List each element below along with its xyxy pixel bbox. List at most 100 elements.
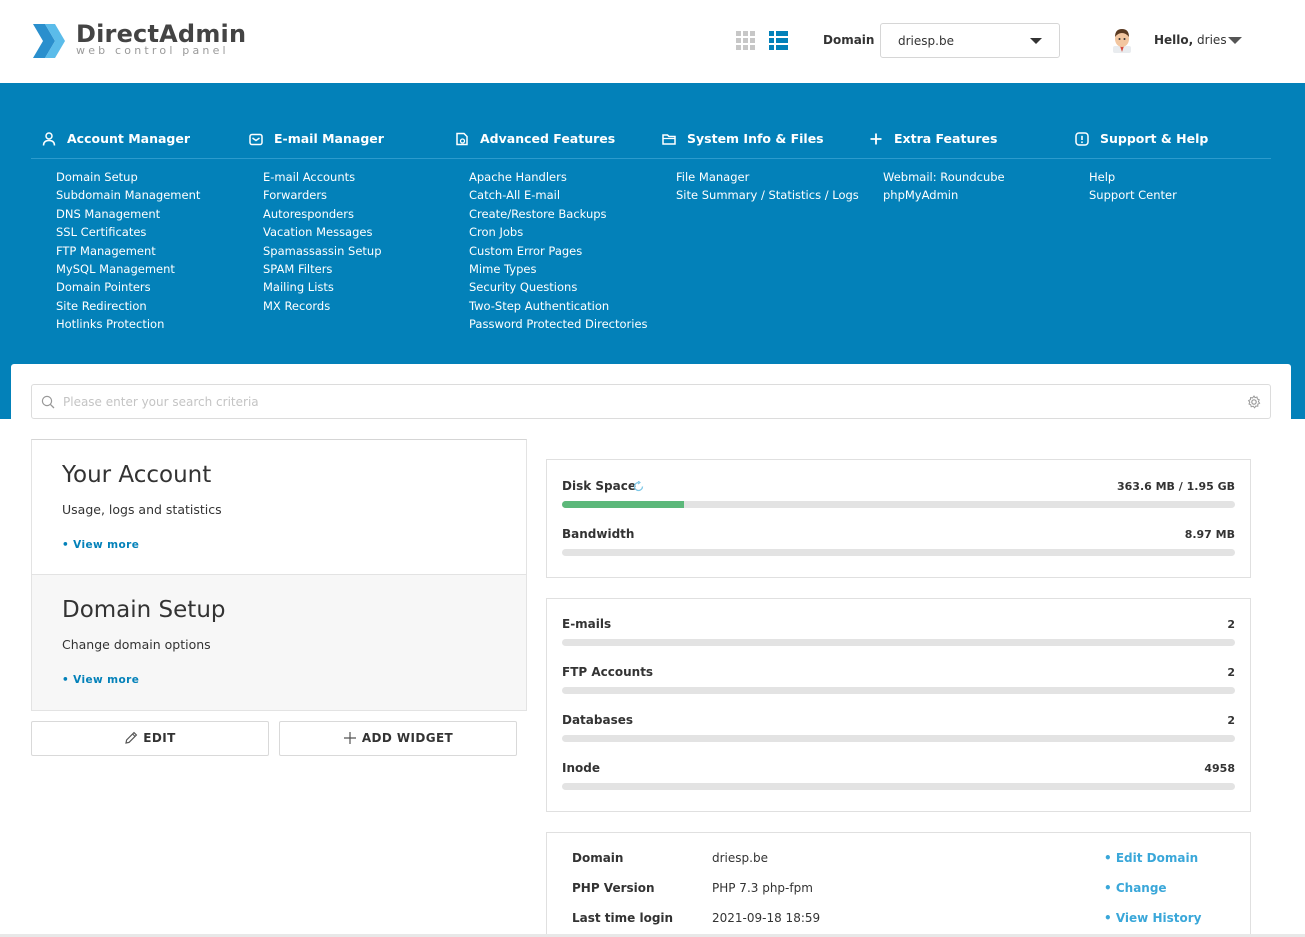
menu-item-backups[interactable]: Create/Restore Backups [469, 207, 648, 226]
menu-item-site-summary[interactable]: Site Summary / Statistics / Logs [676, 189, 859, 207]
menu-item-two-step-auth[interactable]: Two-Step Authentication [469, 299, 648, 318]
edit-domain-link[interactable]: • Edit Domain [1104, 851, 1198, 865]
stat-label: E-mails [562, 617, 612, 631]
search-input[interactable] [63, 386, 1233, 417]
menu-column-email-manager: E-mail Accounts Forwarders Autoresponder… [263, 170, 382, 318]
add-widget-button[interactable]: ADD WIDGET [279, 721, 517, 756]
list-view-icon[interactable] [769, 31, 789, 51]
progress-bar [562, 687, 1235, 694]
menu-item-mysql-management[interactable]: MySQL Management [56, 262, 200, 281]
menu-item-hotlinks-protection[interactable]: Hotlinks Protection [56, 317, 200, 336]
stat-disk-space: Disk Space 363.6 MB / 1.95 GB [562, 479, 1235, 509]
stat-label: Inode [562, 761, 600, 775]
menu-item-mx-records[interactable]: MX Records [263, 299, 382, 318]
menu-heading-label: Support & Help [1100, 131, 1209, 146]
plus-icon [870, 133, 882, 145]
gear-icon[interactable] [1247, 395, 1261, 409]
menu-heading-label: Account Manager [67, 131, 191, 146]
menu-item-site-redirection[interactable]: Site Redirection [56, 299, 200, 318]
widget-title: Domain Setup [62, 597, 226, 623]
menu-item-mailing-lists[interactable]: Mailing Lists [263, 281, 382, 299]
directadmin-logo[interactable]: DirectAdmin web control panel [31, 20, 246, 62]
menu-item-email-accounts[interactable]: E-mail Accounts [263, 170, 382, 189]
stat-value: 2 [1227, 714, 1235, 727]
top-header: DirectAdmin web control panel Domain dri… [0, 0, 1305, 83]
stat-value: 2 [1227, 618, 1235, 631]
stat-label: Bandwidth [562, 527, 635, 541]
info-row-domain: Domain driesp.be • Edit Domain [572, 851, 1242, 871]
mail-icon [249, 133, 263, 146]
menu-heading-label: Advanced Features [480, 131, 616, 146]
stat-label: FTP Accounts [562, 665, 654, 679]
menu-item-spam-filters[interactable]: SPAM Filters [263, 262, 382, 281]
user-avatar[interactable] [1110, 27, 1134, 53]
menu-item-webmail[interactable]: Webmail: Roundcube [883, 170, 1005, 189]
change-php-link[interactable]: • Change [1104, 881, 1167, 895]
menu-item-domain-setup[interactable]: Domain Setup [56, 170, 200, 189]
menu-column-system-info: File Manager Site Summary / Statistics /… [676, 170, 859, 208]
menu-item-phpmyadmin[interactable]: phpMyAdmin [883, 189, 1005, 207]
stat-databases: Databases 2 [562, 713, 1235, 743]
refresh-spinner-icon [633, 481, 644, 492]
menu-item-subdomain-management[interactable]: Subdomain Management [56, 189, 200, 207]
edit-button[interactable]: EDIT [31, 721, 269, 756]
search-bar [31, 384, 1271, 419]
stat-bandwidth: Bandwidth 8.97 MB [562, 527, 1235, 557]
widget-domain-setup[interactable]: Domain Setup Change domain options • Vie… [32, 575, 526, 710]
info-key: PHP Version [572, 881, 655, 895]
logo-subtitle: web control panel [76, 44, 229, 57]
stat-ftp-accounts: FTP Accounts 2 [562, 665, 1235, 695]
info-value: PHP 7.3 php-fpm [712, 881, 813, 895]
menu-item-apache-handlers[interactable]: Apache Handlers [469, 170, 648, 189]
widget-description: Change domain options [62, 637, 211, 652]
menu-item-help[interactable]: Help [1089, 170, 1177, 189]
plus-icon [343, 732, 356, 744]
info-value: driesp.be [712, 851, 768, 865]
view-history-link[interactable]: • View History [1104, 911, 1201, 925]
menu-item-file-manager[interactable]: File Manager [676, 170, 859, 189]
menu-item-autoresponders[interactable]: Autoresponders [263, 207, 382, 226]
info-value: 2021-09-18 18:59 [712, 911, 821, 925]
user-greeting[interactable]: Hello, dries [1154, 33, 1227, 47]
domain-select[interactable]: driesp.be [880, 23, 1060, 58]
user-menu-chevron-icon[interactable] [1228, 37, 1242, 44]
menu-item-mime-types[interactable]: Mime Types [469, 262, 648, 281]
menu-item-spamassassin-setup[interactable]: Spamassassin Setup [263, 244, 382, 263]
user-icon [42, 132, 56, 146]
stat-label: Disk Space [562, 479, 636, 493]
menu-item-forwarders[interactable]: Forwarders [263, 189, 382, 207]
grid-view-icon[interactable] [736, 31, 756, 51]
view-more-link[interactable]: • View more [62, 539, 139, 551]
advanced-icon [456, 132, 468, 146]
stat-value: 363.6 MB / 1.95 GB [1116, 480, 1235, 493]
stat-label: Databases [562, 713, 634, 727]
chevron-down-icon [1030, 38, 1042, 44]
widget-your-account[interactable]: Your Account Usage, logs and statistics … [32, 440, 526, 575]
search-icon [41, 395, 55, 409]
info-row-php-version: PHP Version PHP 7.3 php-fpm • Change [572, 881, 1242, 901]
menu-item-support-center[interactable]: Support Center [1089, 189, 1177, 207]
menu-item-security-questions[interactable]: Security Questions [469, 281, 648, 299]
stat-value: 4958 [1204, 762, 1235, 775]
menu-column-support-help: Help Support Center [1089, 170, 1177, 208]
domain-label: Domain [823, 33, 875, 47]
view-more-link[interactable]: • View more [62, 674, 139, 686]
edit-button-content: EDIT [32, 722, 268, 755]
menu-column-advanced-features: Apache Handlers Catch-All E-mail Create/… [469, 170, 648, 337]
menu-item-catch-all-email[interactable]: Catch-All E-mail [469, 189, 648, 207]
menu-item-cron-jobs[interactable]: Cron Jobs [469, 226, 648, 244]
menu-item-dns-management[interactable]: DNS Management [56, 207, 200, 226]
progress-bar [562, 783, 1235, 790]
menu-item-vacation-messages[interactable]: Vacation Messages [263, 226, 382, 244]
menu-headings: Account Manager E-mail Manager Advanced … [31, 119, 1271, 159]
menu-item-ftp-management[interactable]: FTP Management [56, 244, 200, 263]
menu-item-domain-pointers[interactable]: Domain Pointers [56, 281, 200, 299]
menu-item-custom-error-pages[interactable]: Custom Error Pages [469, 244, 648, 263]
menu-item-password-protected-dirs[interactable]: Password Protected Directories [469, 317, 648, 336]
menu-heading-label: E-mail Manager [274, 131, 384, 146]
menu-item-ssl-certificates[interactable]: SSL Certificates [56, 226, 200, 244]
info-key: Last time login [572, 911, 674, 925]
progress-bar [562, 735, 1235, 742]
menu-heading-label: System Info & Files [687, 131, 824, 146]
info-row-last-login: Last time login 2021-09-18 18:59 • View … [572, 911, 1242, 931]
